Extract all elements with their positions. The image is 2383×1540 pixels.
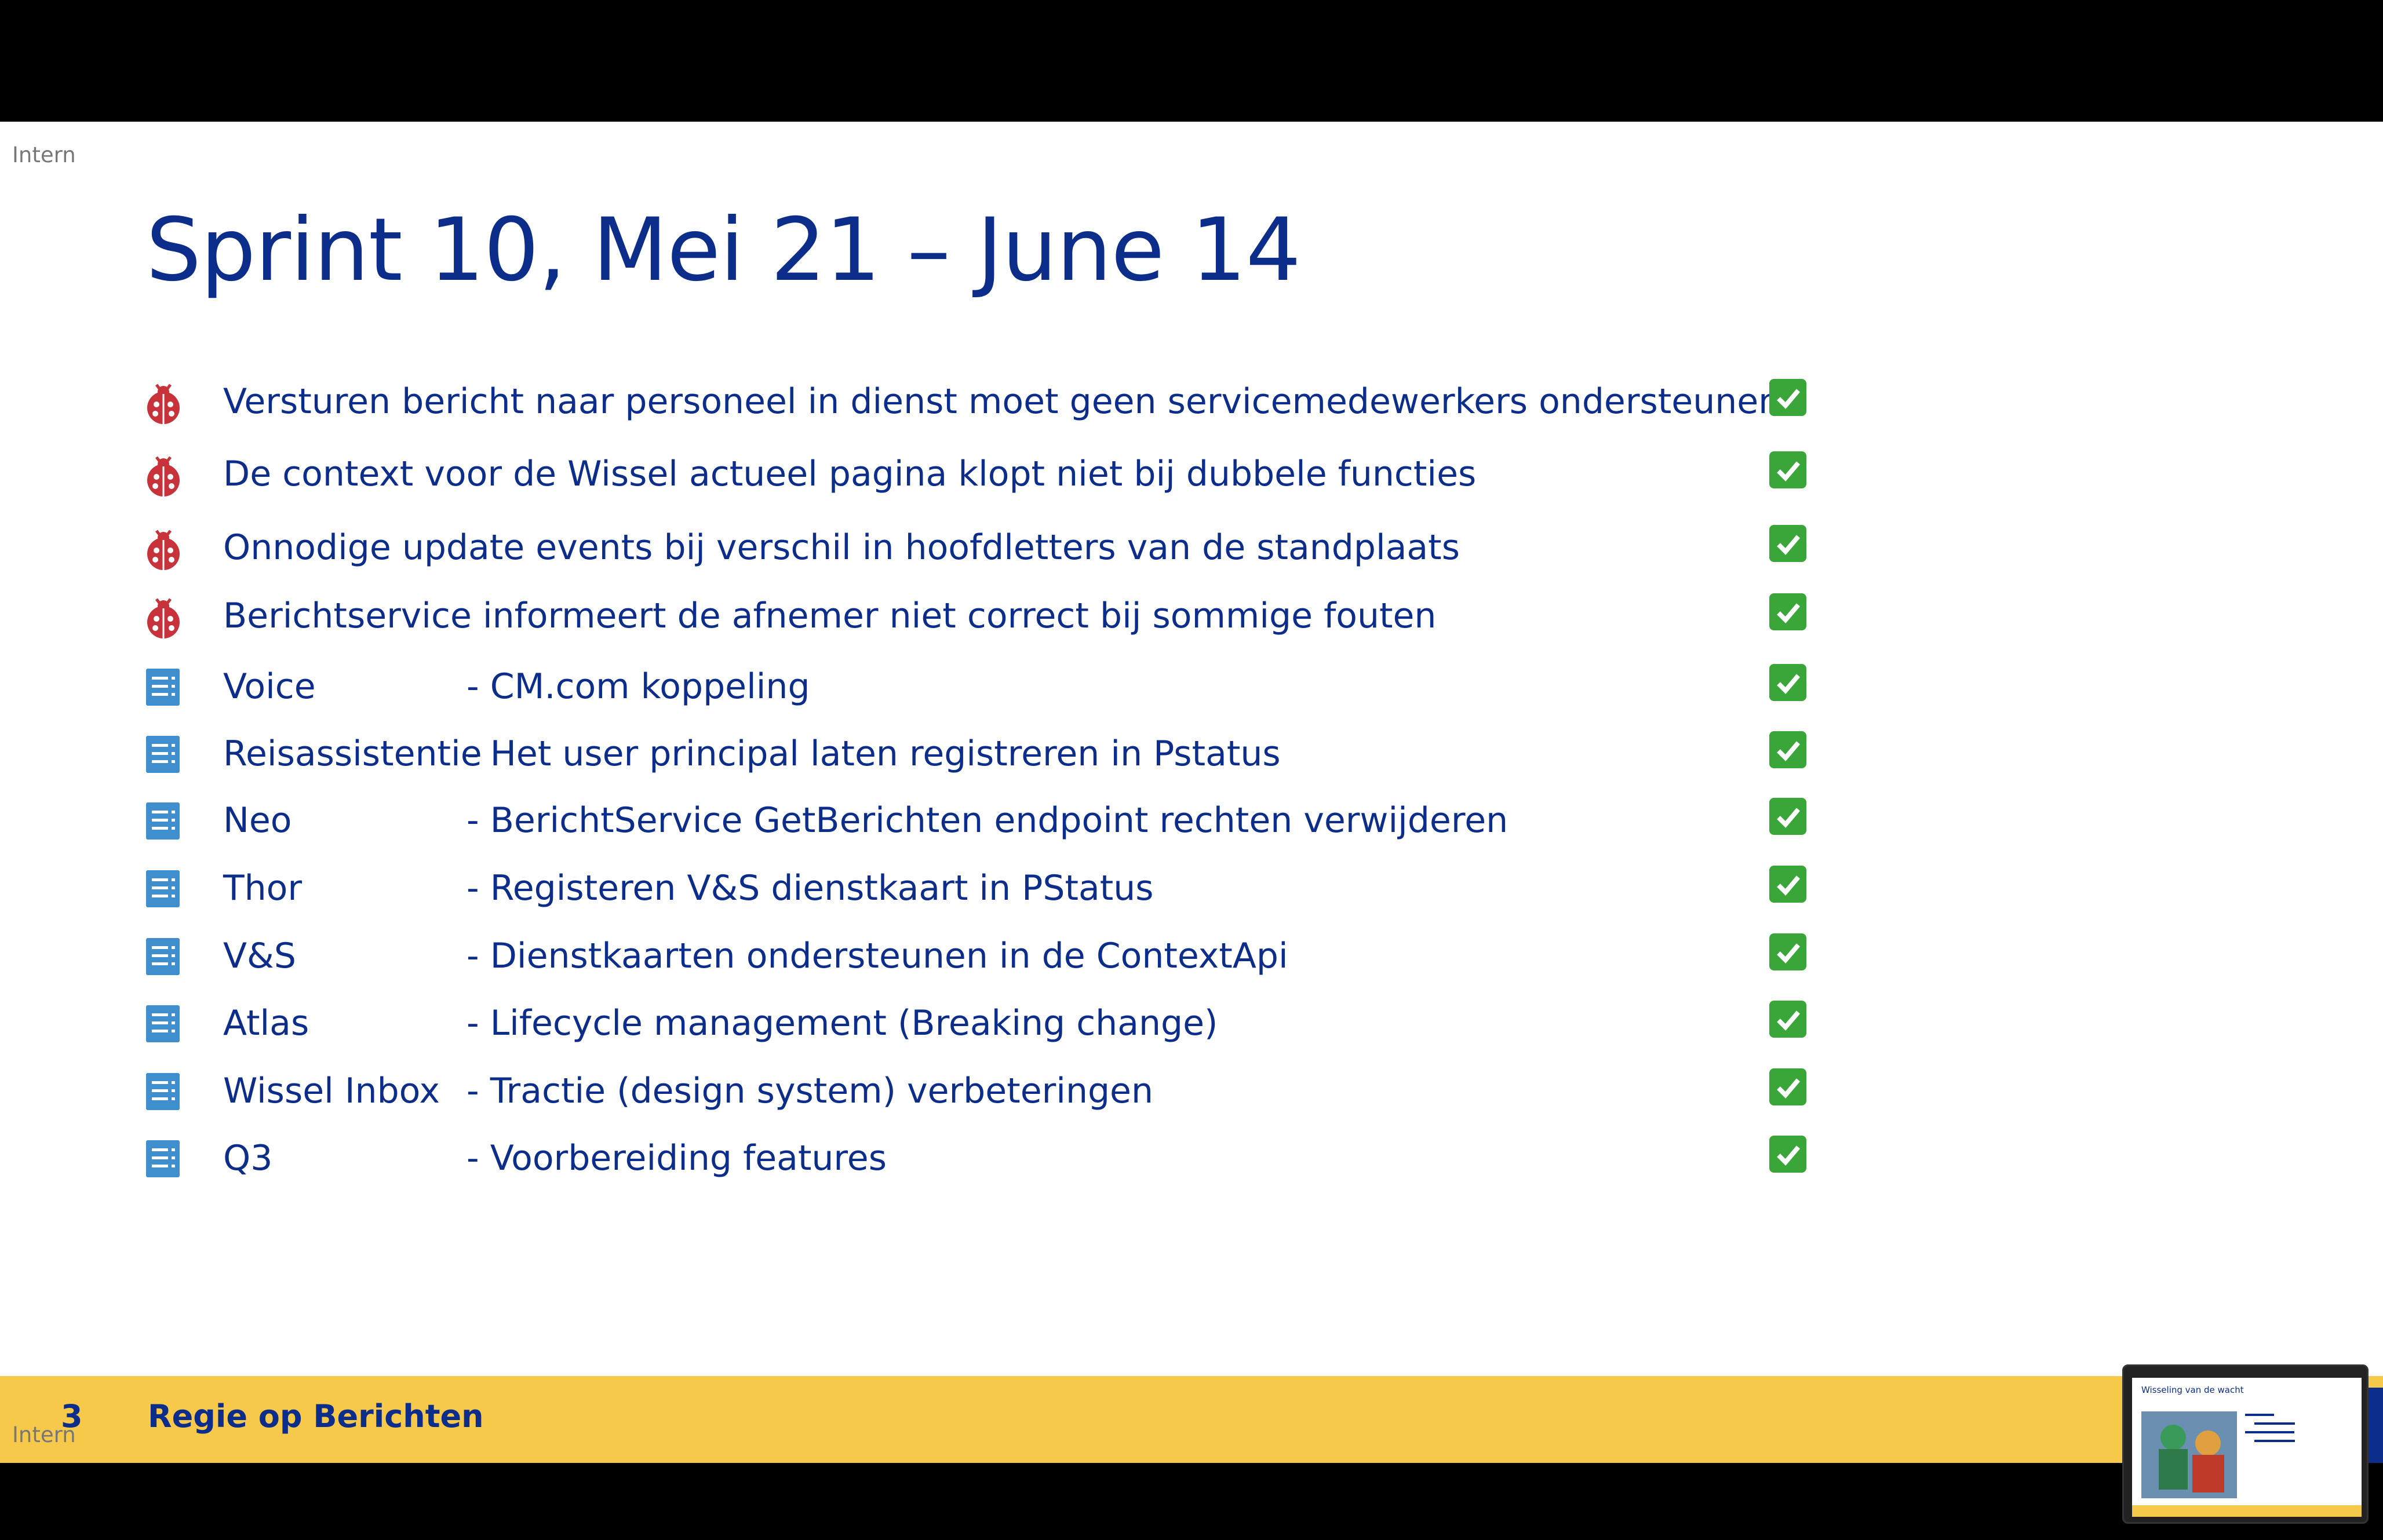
ladybug-icon bbox=[147, 384, 180, 424]
item-description: - Lifecycle management (Breaking change) bbox=[467, 1003, 1218, 1043]
list-item: Onnodige update events bij verschil in h… bbox=[145, 523, 1825, 581]
item-description: - Tractie (design system) verbeteringen bbox=[467, 1071, 1153, 1111]
item-name: Voice bbox=[223, 666, 316, 707]
slide: Intern Sprint 10, Mei 21 – June 14 Verst… bbox=[0, 122, 2383, 1463]
list-icon bbox=[146, 938, 180, 975]
list-item: Atlas - Lifecycle management (Breaking c… bbox=[145, 998, 1825, 1056]
next-slide-thumbnail[interactable]: Wisseling van de wacht bbox=[2122, 1364, 2369, 1524]
checkmark-icon bbox=[1769, 379, 1806, 416]
list-item: Voice - CM.com koppeling bbox=[145, 662, 1825, 720]
footer-title: Regie op Berichten bbox=[148, 1398, 484, 1435]
item-description: - BerichtService GetBerichten endpoint r… bbox=[467, 800, 1508, 841]
checkmark-icon bbox=[1769, 798, 1806, 835]
item-description: - Het user principal laten registreren i… bbox=[467, 733, 1281, 774]
ladybug-icon bbox=[147, 598, 180, 638]
checkmark-icon bbox=[1769, 593, 1806, 630]
checkmark-icon bbox=[1769, 525, 1806, 562]
classification-label-footer: Intern bbox=[12, 1422, 76, 1447]
checkmark-icon bbox=[1769, 1068, 1806, 1105]
item-name: Atlas bbox=[223, 1003, 309, 1043]
item-name: Wissel Inbox bbox=[223, 1071, 440, 1111]
checkmark-icon bbox=[1769, 731, 1806, 768]
item-name: Neo bbox=[223, 800, 292, 841]
list-item: Wissel Inbox - Tractie (design system) v… bbox=[145, 1066, 1825, 1124]
slide-title: Sprint 10, Mei 21 – June 14 bbox=[146, 200, 1301, 301]
checkmark-icon bbox=[1769, 866, 1806, 903]
item-name: Thor bbox=[223, 868, 303, 908]
item-description: - Voorbereiding features bbox=[467, 1138, 887, 1178]
checkmark-icon bbox=[1769, 1001, 1806, 1038]
item-text: Onnodige update events bij verschil in h… bbox=[223, 527, 1460, 568]
list-icon bbox=[146, 802, 180, 840]
thumbnail-slide: Wisseling van de wacht bbox=[2132, 1378, 2362, 1517]
item-description: - Registeren V&S dienstkaart in PStatus bbox=[467, 868, 1154, 908]
checkmark-icon bbox=[1769, 1136, 1806, 1173]
item-text: De context voor de Wissel actueel pagina… bbox=[223, 454, 1477, 494]
list-icon bbox=[146, 1140, 180, 1177]
list-item: V&S - Dienstkaarten ondersteunen in de C… bbox=[145, 931, 1825, 989]
thumbnail-footer-band bbox=[2132, 1505, 2362, 1517]
list-item: Berichtservice informeert de afnemer nie… bbox=[145, 591, 1825, 649]
item-description: - CM.com koppeling bbox=[467, 666, 810, 707]
item-text: Versturen bericht naar personeel in dien… bbox=[223, 381, 1781, 422]
list-icon bbox=[146, 1005, 180, 1042]
list-item: Thor - Registeren V&S dienstkaart in PSt… bbox=[145, 863, 1825, 921]
item-name: Q3 bbox=[223, 1138, 273, 1178]
classification-label: Intern bbox=[12, 143, 76, 167]
ladybug-icon bbox=[147, 456, 180, 497]
list-icon bbox=[146, 1073, 180, 1110]
item-name: Reisassistentie bbox=[223, 733, 482, 774]
item-description: - Dienstkaarten ondersteunen in de Conte… bbox=[467, 936, 1288, 976]
list-item: Versturen bericht naar personeel in dien… bbox=[145, 377, 1825, 435]
list-item: Neo - BerichtService GetBerichten endpoi… bbox=[145, 795, 1825, 853]
item-text: Berichtservice informeert de afnemer nie… bbox=[223, 596, 1437, 636]
list-item: Q3 - Voorbereiding features bbox=[145, 1133, 1825, 1191]
ladybug-icon bbox=[147, 530, 180, 570]
checkmark-icon bbox=[1769, 933, 1806, 970]
list-item: De context voor de Wissel actueel pagina… bbox=[145, 449, 1825, 507]
item-name: V&S bbox=[223, 936, 296, 976]
list-item: Reisassistentie - Het user principal lat… bbox=[145, 729, 1825, 787]
thumbnail-image bbox=[2141, 1411, 2237, 1498]
list-icon bbox=[146, 736, 180, 773]
checkmark-icon bbox=[1769, 664, 1806, 701]
thumbnail-title: Wisseling van de wacht bbox=[2141, 1385, 2244, 1395]
list-icon bbox=[146, 669, 180, 706]
list-icon bbox=[146, 870, 180, 907]
checkmark-icon bbox=[1769, 451, 1806, 488]
thumbnail-text-lines bbox=[2245, 1414, 2295, 1448]
